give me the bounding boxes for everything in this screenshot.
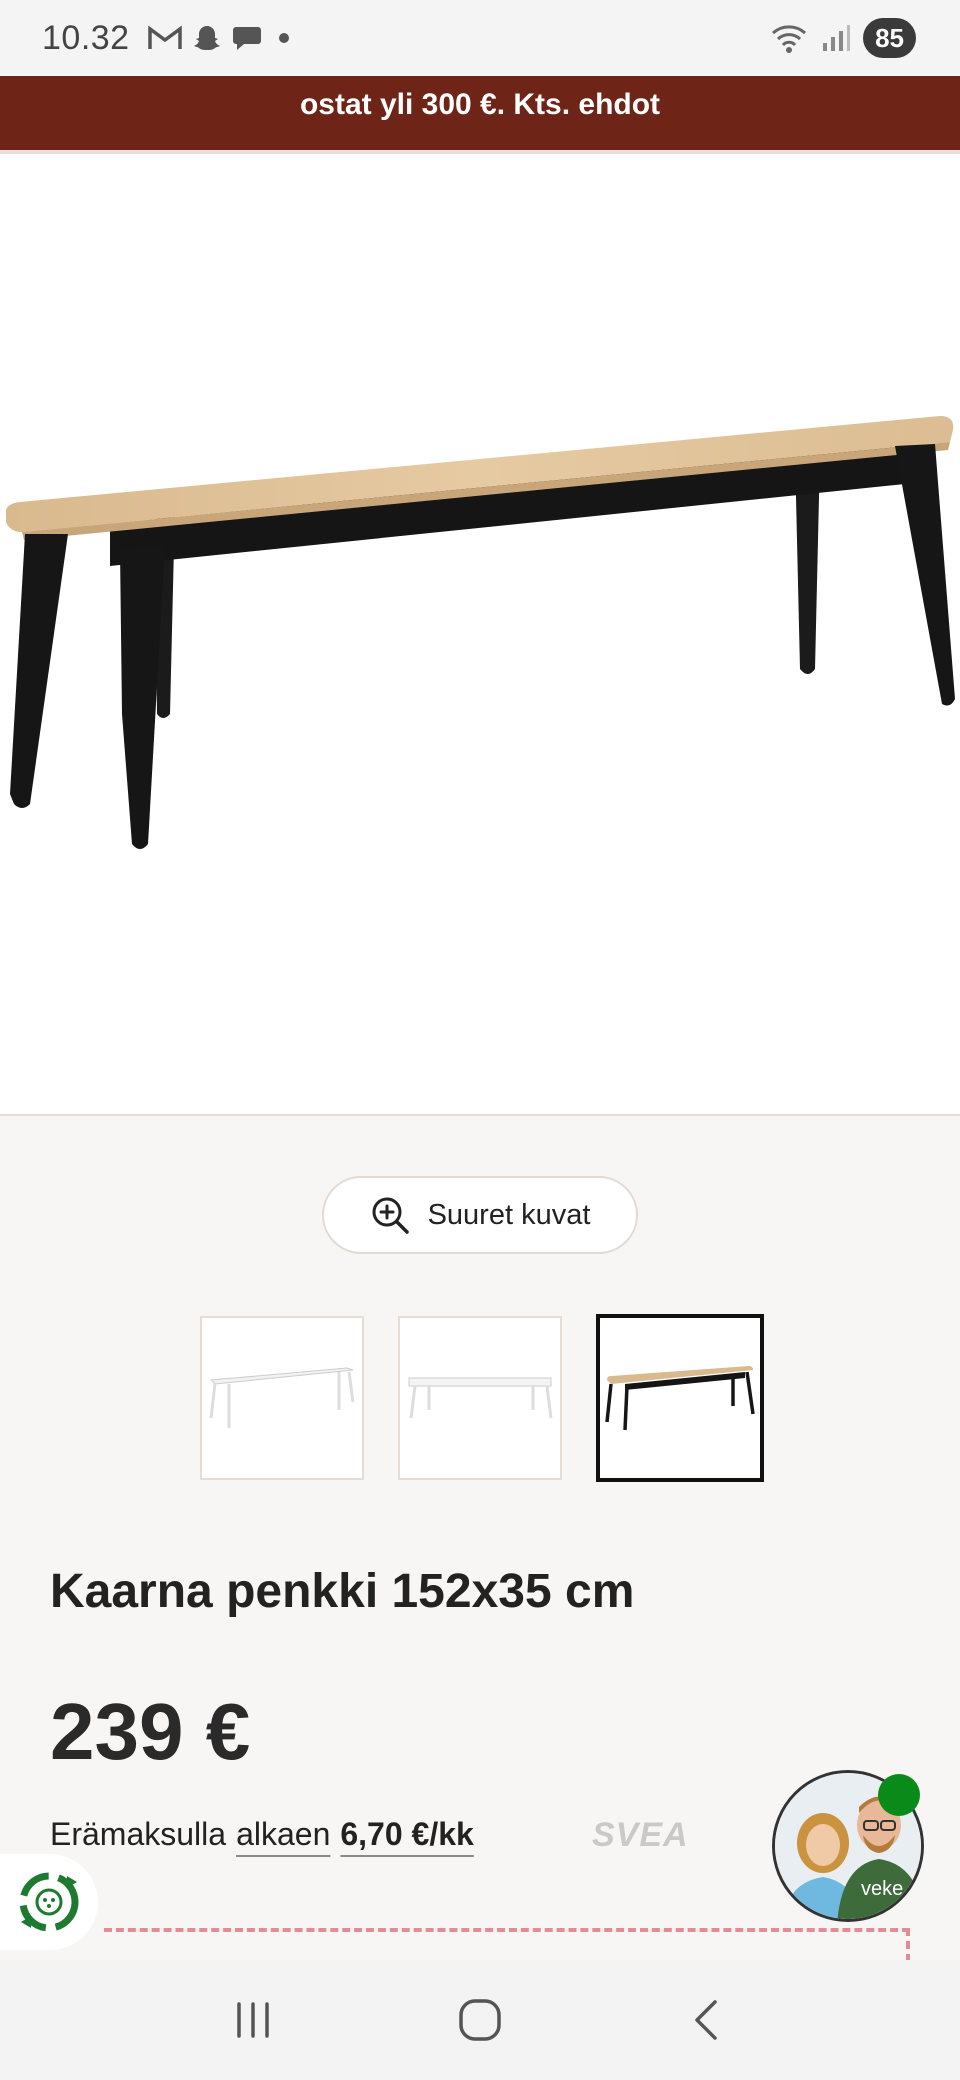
status-bar: 10.32 85: [0, 0, 960, 76]
home-button[interactable]: [440, 1980, 520, 2060]
recycle-badge[interactable]: [0, 1854, 98, 1950]
bench-thumbnail-white: [209, 1367, 355, 1428]
bench-thumbnail-oak-black: [605, 1366, 755, 1431]
battery-indicator: 85: [863, 18, 916, 58]
thumbnail-2[interactable]: [398, 1316, 562, 1480]
svea-logo: SVEA: [592, 1816, 689, 1854]
signal-icon: [823, 25, 851, 51]
chat-bubble-icon: [232, 27, 261, 50]
recent-apps-icon: [237, 2002, 270, 2038]
zoom-in-icon: [372, 1197, 409, 1234]
installment-info: Erämaksulla alkaen 6,70 €/kk: [50, 1816, 474, 1853]
installment-amount[interactable]: 6,70 €/kk: [340, 1816, 473, 1853]
product-details: Suuret kuvat Kaarna penkki 152x35 cm 239…: [0, 1116, 960, 1988]
back-button[interactable]: [667, 1980, 747, 2060]
back-icon: [694, 2000, 717, 2040]
notification-icons: [147, 23, 294, 53]
thumbnail-1[interactable]: [200, 1316, 364, 1480]
system-nav-bar: [0, 1960, 960, 2080]
system-status: 85: [769, 18, 916, 58]
dot-icon: [278, 33, 289, 43]
recent-apps-button[interactable]: [213, 1980, 293, 2060]
thumbnail-3[interactable]: [596, 1314, 764, 1482]
home-icon: [459, 1999, 501, 2041]
promo-banner[interactable]: ostat yli 300 €. Kts. ehdot: [0, 76, 960, 150]
product-price: 239 €: [50, 1687, 251, 1776]
snapchat-icon: [193, 26, 220, 50]
zoom-images-button[interactable]: Suuret kuvat: [322, 1176, 638, 1254]
promo-text: ostat yli 300 €. Kts. ehdot: [299, 88, 661, 121]
svg-text:veke: veke: [861, 1878, 903, 1900]
online-status-dot: [878, 1774, 920, 1816]
gmail-icon: [147, 25, 182, 49]
status-time: 10.32: [42, 18, 130, 57]
thumbnail-strip: [200, 1314, 764, 1482]
bench-thumbnail-white-alt: [408, 1377, 553, 1419]
zoom-label: Suuret kuvat: [427, 1198, 591, 1231]
installment-prefix: Erämaksulla: [50, 1816, 227, 1852]
product-title: Kaarna penkki 152x35 cm: [50, 1565, 635, 1618]
installment-link[interactable]: alkaen: [236, 1816, 330, 1853]
wifi-icon: [772, 25, 807, 53]
bench-image: [5, 416, 955, 849]
product-main-image[interactable]: [0, 154, 960, 1114]
recycle-icon: [19, 1872, 79, 1932]
